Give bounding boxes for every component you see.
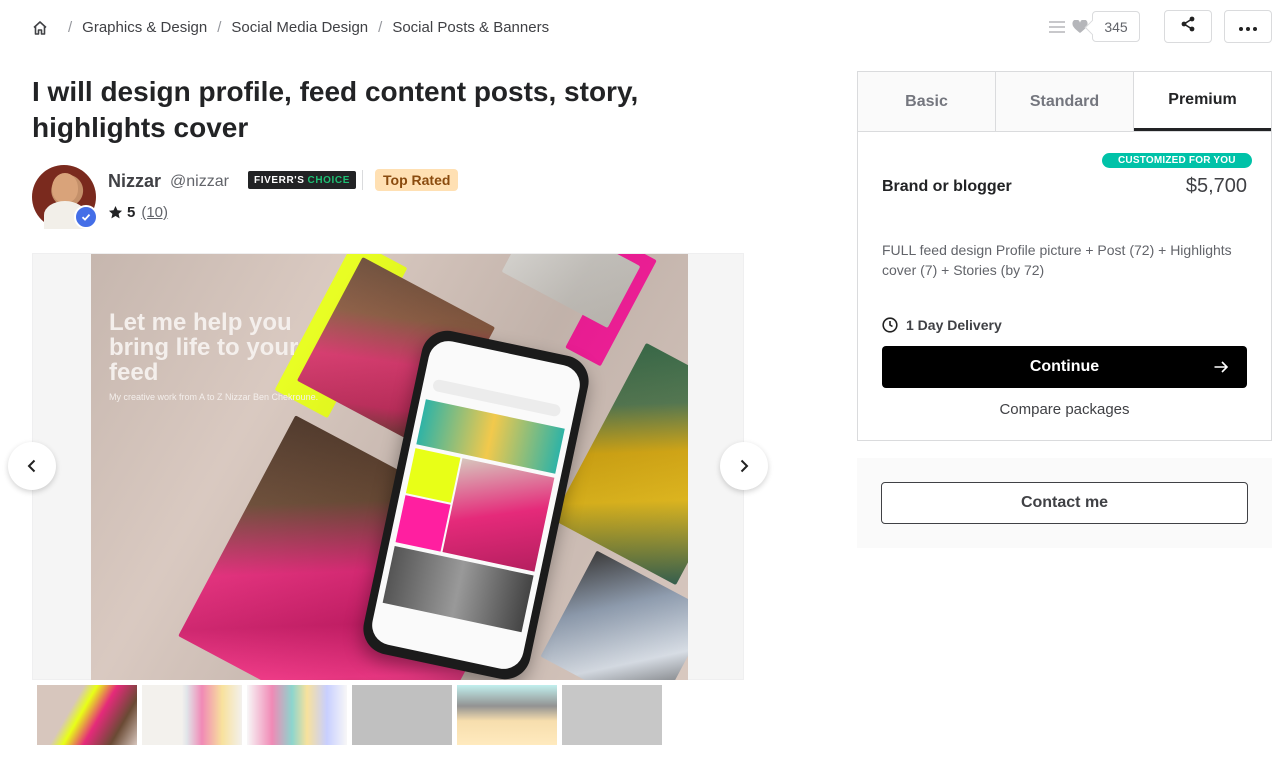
gallery-thumbnails — [37, 685, 662, 745]
customized-tag: CUSTOMIZED FOR YOU — [1102, 153, 1252, 168]
save-to-list-button[interactable]: 345 — [1048, 11, 1140, 42]
tab-premium[interactable]: Premium — [1134, 72, 1271, 131]
seller-handle: @nizzar — [170, 173, 229, 190]
breadcrumb-social-media-design[interactable]: Social Media Design — [231, 19, 368, 36]
gallery-thumbnail[interactable] — [457, 685, 557, 745]
share-button[interactable] — [1164, 10, 1212, 43]
seller-rating: 5 (10) — [108, 204, 168, 221]
fiverrs-choice-badge: FIVERR'S CHOICE — [248, 171, 357, 189]
feed-tile-pink — [442, 458, 555, 572]
home-icon[interactable] — [32, 20, 48, 36]
rating-score: 5 — [127, 204, 136, 221]
chevron-right-icon — [740, 459, 749, 473]
delivery-time: 1 Day Delivery — [882, 317, 1002, 333]
contact-seller-box: Contact me — [857, 458, 1272, 548]
breadcrumb: / Graphics & Design / Social Media Desig… — [32, 19, 549, 36]
share-icon — [1180, 16, 1196, 37]
gig-actions: 345 — [1048, 10, 1272, 43]
gig-gallery: Let me help you bring life to your feed … — [32, 253, 744, 680]
gallery-prev-button[interactable] — [8, 442, 56, 490]
feed-tile-magenta — [395, 495, 451, 552]
reviews-count-link[interactable]: (10) — [141, 204, 168, 221]
breadcrumb-separator: / — [217, 19, 222, 36]
continue-button[interactable]: Continue — [882, 346, 1247, 388]
image-subline: My creative work from A to Z Nizzar Ben … — [109, 392, 319, 402]
gallery-thumbnail[interactable] — [562, 685, 662, 745]
gallery-thumbnail[interactable] — [142, 685, 242, 745]
seller-name[interactable]: Nizzar — [108, 171, 161, 192]
chevron-left-icon — [27, 459, 36, 473]
gallery-thumbnail[interactable] — [247, 685, 347, 745]
more-dots-icon — [1239, 18, 1257, 36]
avatar-face — [52, 173, 78, 203]
saved-count: 345 — [1092, 11, 1140, 42]
package-tabs: Basic Standard Premium — [858, 72, 1271, 132]
gig-title: I will design profile, feed content post… — [32, 76, 639, 143]
gallery-thumbnail[interactable] — [352, 685, 452, 745]
continue-label: Continue — [1029, 358, 1100, 375]
choice-label-highlight: CHOICE — [307, 174, 351, 186]
more-options-button[interactable] — [1224, 10, 1272, 43]
arrow-right-icon — [1214, 361, 1229, 373]
tab-standard[interactable]: Standard — [996, 72, 1134, 131]
gallery-next-button[interactable] — [720, 442, 768, 490]
divider — [362, 170, 363, 190]
gallery-thumbnail[interactable] — [37, 685, 137, 745]
top-rated-badge: Top Rated — [375, 169, 459, 191]
feed-tile-yellow — [405, 448, 461, 503]
compare-packages-link[interactable]: Compare packages — [858, 401, 1271, 418]
list-icon — [1048, 20, 1066, 34]
tab-basic[interactable]: Basic — [858, 72, 996, 131]
breadcrumb-separator: / — [68, 19, 73, 36]
star-icon — [108, 205, 123, 220]
package-description: FULL feed design Profile picture + Post … — [882, 242, 1232, 278]
verified-badge-icon — [74, 205, 98, 229]
breadcrumb-social-posts-banners[interactable]: Social Posts & Banners — [392, 19, 549, 36]
delivery-label: 1 Day Delivery — [906, 317, 1002, 333]
package-name: Brand or blogger — [882, 178, 1012, 195]
package-price: $5,700 — [1185, 175, 1247, 197]
seller-avatar[interactable] — [32, 165, 98, 229]
package-box: Basic Standard Premium CUSTOMIZED FOR YO… — [857, 71, 1272, 441]
image-headline: Let me help you bring life to your feed — [109, 309, 299, 386]
breadcrumb-separator: / — [378, 19, 383, 36]
choice-label-prefix: FIVERR'S — [254, 174, 305, 186]
gallery-main-image[interactable]: Let me help you bring life to your feed … — [91, 254, 688, 680]
contact-me-button[interactable]: Contact me — [881, 482, 1248, 524]
clock-icon — [882, 317, 898, 333]
breadcrumb-graphics-design[interactable]: Graphics & Design — [82, 19, 207, 36]
